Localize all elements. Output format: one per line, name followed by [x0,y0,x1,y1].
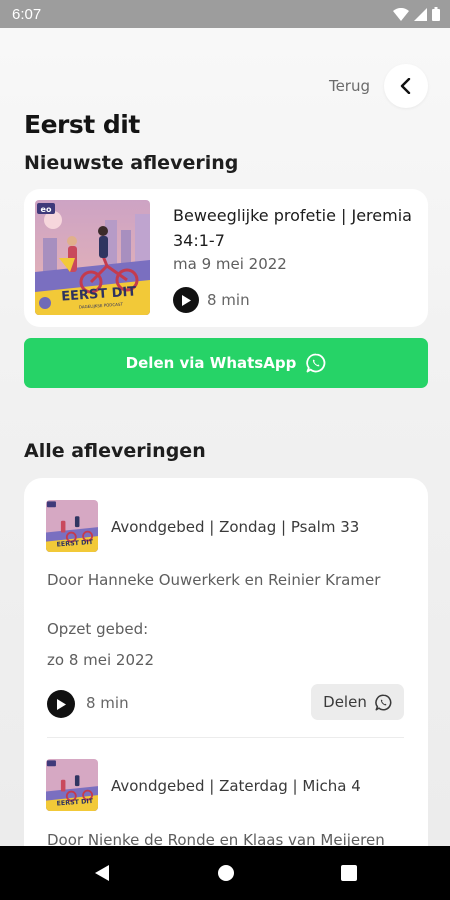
latest-episode-card[interactable]: eo EERST DIT DAGELIJKSE PODCAST Beweegli… [24,189,428,327]
page-title: Eerst dit [24,110,140,139]
episode-title[interactable]: Avondgebed | Zaterdag | Micha 4 [111,777,361,795]
episode-duration: 8 min [86,694,129,712]
cover-brand: eo [41,205,52,214]
share-whatsapp-label: Delen via WhatsApp [125,354,297,372]
system-nav-bar [0,846,450,900]
signal-icon [414,7,427,21]
episode-list: EERST DIT Avondgebed | Zondag | Psalm 33… [24,478,428,846]
episode-play-button[interactable] [47,690,75,718]
nav-back-icon[interactable] [93,864,111,882]
latest-section-title: Nieuwste aflevering [24,152,239,174]
episode-date: zo 8 mei 2022 [47,651,155,669]
play-icon [182,294,191,306]
episode-thumbnail: EERST DIT [46,500,98,552]
chevron-left-icon [400,78,411,94]
latest-episode-title[interactable]: Beweeglijke profetie | Jeremia 34:1-7 [173,203,413,253]
divider [47,737,404,738]
episode-authors: Door Nienke de Ronde en Klaas van Meijer… [47,831,385,846]
back-control[interactable]: Terug [329,64,428,108]
play-icon [57,698,66,710]
whatsapp-icon [375,694,392,710]
episode-authors: Door Hanneke Ouwerkerk en Reinier Kramer [47,571,381,589]
latest-episode-date: ma 9 mei 2022 [173,255,287,273]
back-label[interactable]: Terug [329,77,370,95]
episode-thumbnail: EERST DIT [46,759,98,811]
status-bar: 6:07 [0,0,450,28]
nav-recents-icon[interactable] [341,865,357,881]
whatsapp-icon [306,353,326,373]
status-icons [393,7,440,21]
latest-play-button[interactable] [173,287,199,313]
back-button[interactable] [384,64,428,108]
episode-note: Opzet gebed: [47,620,149,638]
nav-home-icon[interactable] [217,864,235,882]
share-whatsapp-button[interactable]: Delen via WhatsApp [24,338,428,388]
app-screen: Terug Eerst dit Nieuwste aflevering eo E… [0,28,450,846]
latest-duration: 8 min [207,291,250,309]
all-episodes-section-title: Alle afleveringen [24,440,206,462]
battery-icon [432,7,440,21]
status-time: 6:07 [12,5,42,23]
episode-title[interactable]: Avondgebed | Zondag | Psalm 33 [111,518,359,536]
episode-cover-image: eo EERST DIT DAGELIJKSE PODCAST [35,200,150,315]
wifi-icon [393,7,409,21]
episode-share-button[interactable]: Delen [311,684,404,720]
episode-share-label: Delen [323,693,367,711]
